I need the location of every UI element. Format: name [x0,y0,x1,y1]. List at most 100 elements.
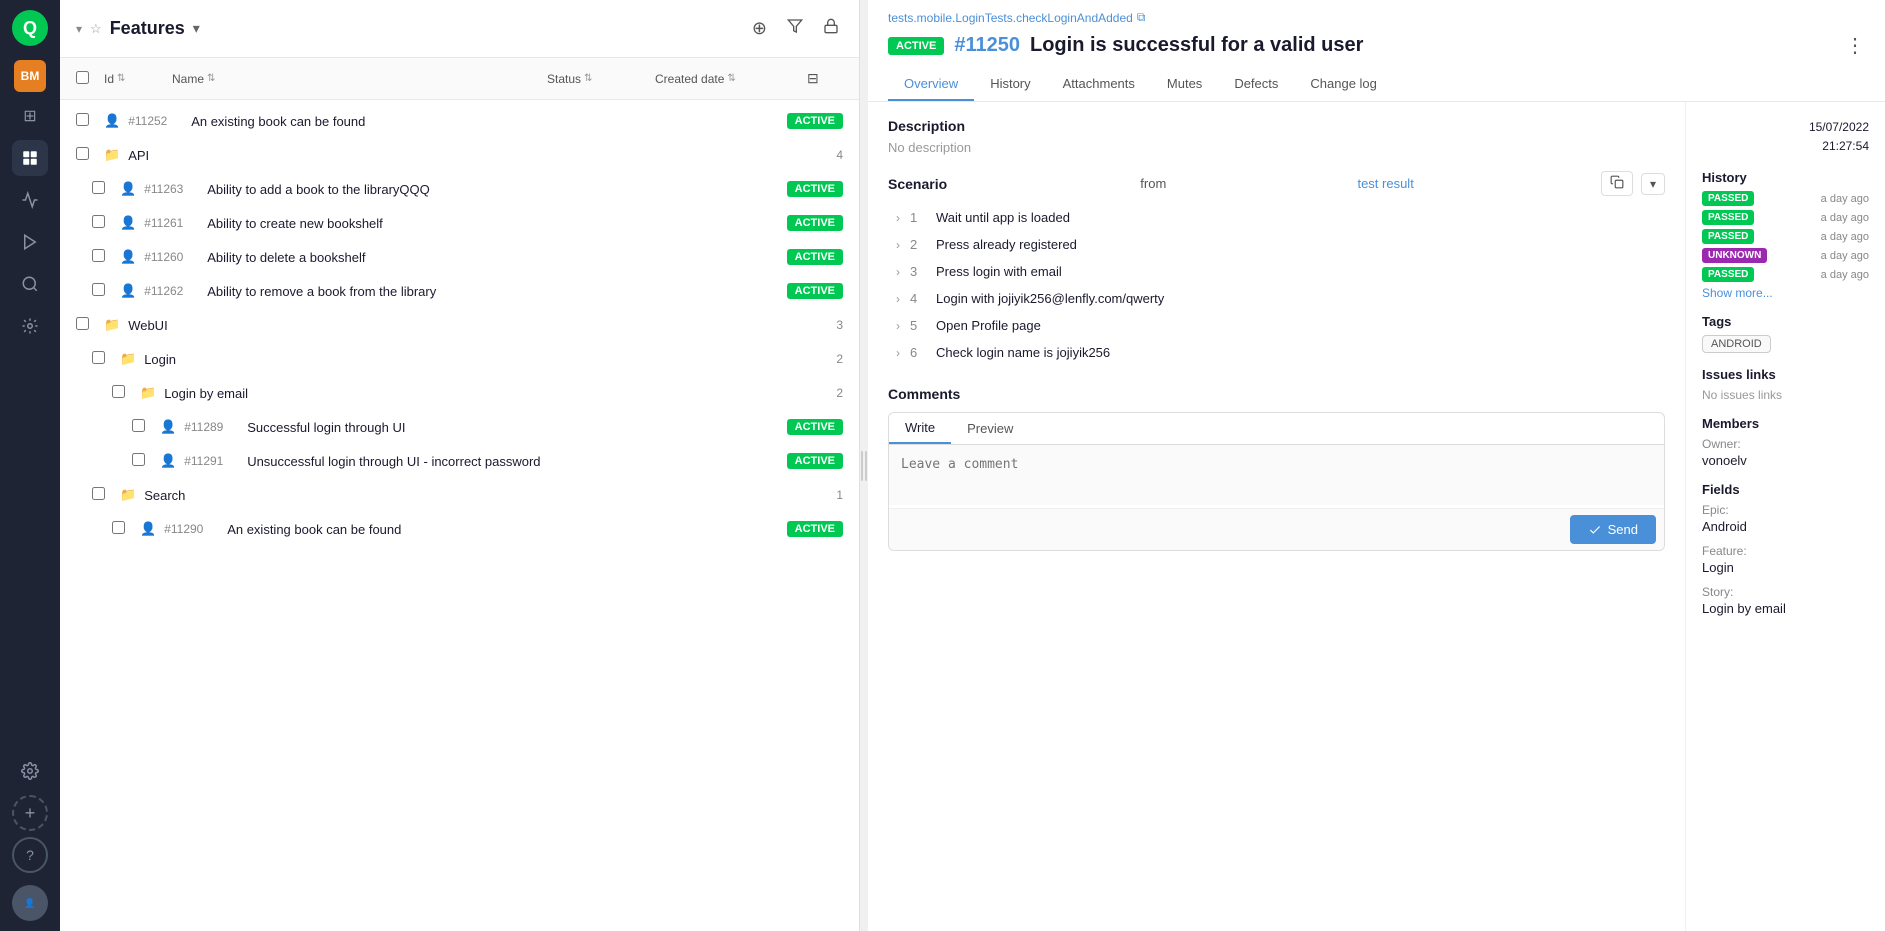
group-name[interactable]: Search [144,488,185,503]
scenario-header: Scenario from test result ▾ [888,171,1665,196]
tab-defects[interactable]: Defects [1218,68,1294,101]
row-name[interactable]: Ability to delete a bookshelf [207,250,778,265]
title-dropdown-icon[interactable]: ▾ [193,20,200,37]
send-button[interactable]: Send [1570,515,1656,544]
scenario-step[interactable]: › 1 Wait until app is loaded [888,204,1665,231]
group-row: 📁 WebUI 3 [60,308,859,342]
story-value: Login by email [1702,601,1869,616]
row-name[interactable]: Unsuccessful login through UI - incorrec… [247,454,778,469]
search-nav-item[interactable] [12,266,48,302]
step-text: Wait until app is loaded [936,210,1070,225]
app-logo[interactable]: Q [12,10,48,46]
row-checkbox-col [76,113,96,129]
scenario-step[interactable]: › 5 Open Profile page [888,312,1665,339]
group-row: 📁 Login by email 2 [60,376,859,410]
row-id: #11289 [184,420,239,434]
filter-button[interactable] [783,14,807,43]
list-item: 👤 #11261 Ability to create new bookshelf… [60,206,859,240]
group-checkbox[interactable] [76,147,89,160]
feature-panel: ▾ ☆ Features ▾ ⊕ Id ⇅ [60,0,860,931]
add-workspace-button[interactable]: + [12,795,48,831]
id-sort-icon[interactable]: ⇅ [117,73,125,84]
list-item: 👤 #11290 An existing book can be found A… [60,512,859,546]
history-time: a day ago [1821,231,1869,243]
copy-scenario-button[interactable] [1601,171,1633,196]
row-checkbox[interactable] [92,283,105,296]
user-icon: 👤 [160,453,176,469]
group-name[interactable]: API [128,148,149,163]
tab-overview[interactable]: Overview [888,68,974,101]
row-checkbox-col [132,453,152,469]
row-name[interactable]: Ability to add a book to the libraryQQQ [207,182,778,197]
step-number: 6 [910,345,926,360]
detail-sidebar: 15/07/2022 21:27:54 History PASSED a day… [1685,102,1885,931]
row-checkbox[interactable] [112,521,125,534]
collapse-button[interactable]: ▾ [76,22,82,36]
integrations-nav-item[interactable] [12,308,48,344]
show-more-link[interactable]: Show more... [1702,286,1869,300]
tests-nav-item[interactable] [12,140,48,176]
step-number: 1 [910,210,926,225]
star-icon[interactable]: ☆ [90,21,102,37]
step-number: 3 [910,264,926,279]
lock-button[interactable] [819,14,843,43]
user-icon: 👤 [120,215,136,231]
owner-label: Owner: [1702,437,1869,451]
dashboard-nav-item[interactable]: ⊞ [12,98,48,134]
tab-attachments[interactable]: Attachments [1047,68,1151,101]
select-all-checkbox[interactable] [76,71,89,84]
user-avatar[interactable]: 👤 [12,885,48,921]
list-item: 👤 #11291 Unsuccessful login through UI -… [60,444,859,478]
row-name[interactable]: Ability to remove a book from the librar… [207,284,778,299]
row-checkbox[interactable] [92,249,105,262]
copy-path-icon[interactable]: ⧉ [1137,10,1146,25]
resize-handle[interactable] [860,0,868,931]
launch-nav-item[interactable] [12,224,48,260]
comment-input[interactable] [889,445,1664,505]
column-settings-button[interactable]: ⊟ [803,66,823,91]
group-name[interactable]: WebUI [128,318,168,333]
tab-mutes[interactable]: Mutes [1151,68,1218,101]
group-checkbox[interactable] [92,487,105,500]
detail-tabs: Overview History Attachments Mutes Defec… [888,68,1865,101]
scenario-step[interactable]: › 4 Login with jojiyik256@lenfly.com/qwe… [888,285,1665,312]
list-item: 👤 #11263 Ability to add a book to the li… [60,172,859,206]
history-badge: PASSED [1702,191,1754,206]
group-checkbox[interactable] [112,385,125,398]
row-checkbox[interactable] [76,113,89,126]
group-checkbox[interactable] [92,351,105,364]
scenario-step[interactable]: › 6 Check login name is jojiyik256 [888,339,1665,366]
row-name[interactable]: An existing book can be found [191,114,778,129]
row-checkbox[interactable] [132,419,145,432]
status-column-header: Status ⇅ [547,72,647,86]
workspace-badge[interactable]: BM [14,60,46,92]
preview-tab[interactable]: Preview [951,413,1029,444]
add-button[interactable]: ⊕ [748,14,771,43]
tab-changelog[interactable]: Change log [1294,68,1393,101]
history-item: PASSED a day ago [1702,191,1869,206]
help-button[interactable]: ? [12,837,48,873]
scenario-step[interactable]: › 2 Press already registered [888,231,1665,258]
detail-menu-button[interactable]: ⋮ [1845,33,1865,58]
row-name[interactable]: Ability to create new bookshelf [207,216,778,231]
scenario-step[interactable]: › 3 Press login with email [888,258,1665,285]
write-tab[interactable]: Write [889,413,951,444]
expand-scenario-button[interactable]: ▾ [1641,173,1665,195]
row-checkbox[interactable] [92,181,105,194]
status-badge: ACTIVE [787,521,843,537]
analytics-nav-item[interactable] [12,182,48,218]
row-name[interactable]: Successful login through UI [247,420,778,435]
group-checkbox[interactable] [76,317,89,330]
status-sort-icon[interactable]: ⇅ [584,73,592,84]
row-name[interactable]: An existing book can be found [227,522,778,537]
tab-history[interactable]: History [974,68,1046,101]
name-sort-icon[interactable]: ⇅ [207,73,215,84]
settings-nav-item[interactable] [12,753,48,789]
date-sort-icon[interactable]: ⇅ [727,73,735,84]
group-name[interactable]: Login by email [164,386,248,401]
row-checkbox[interactable] [132,453,145,466]
row-checkbox[interactable] [92,215,105,228]
history-badge: PASSED [1702,210,1754,225]
scenario-link[interactable]: test result [1357,176,1413,191]
group-name[interactable]: Login [144,352,176,367]
